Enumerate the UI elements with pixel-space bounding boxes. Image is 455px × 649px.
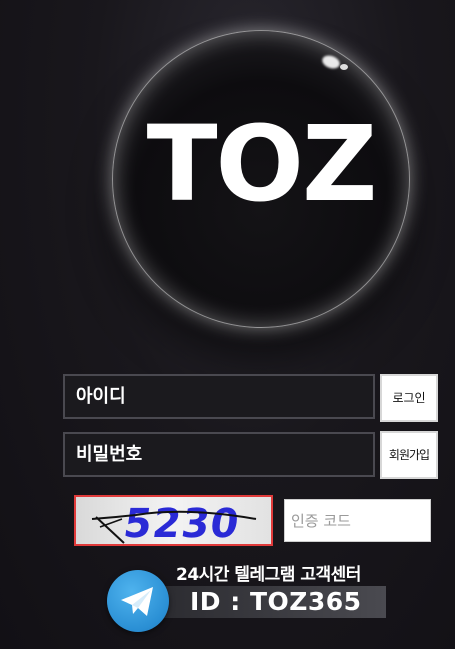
verification-code-input[interactable] xyxy=(284,499,431,542)
logo-text: TOZ xyxy=(146,103,378,225)
telegram-support-caption: 24시간 텔레그램 고객센터 xyxy=(176,565,361,585)
captcha-noise xyxy=(91,510,257,544)
captcha-image: 5230 xyxy=(74,495,273,546)
login-button[interactable]: 로그인 xyxy=(380,374,438,422)
id-input[interactable]: 아이디 xyxy=(63,374,375,419)
password-input[interactable]: 비밀번호 xyxy=(63,432,375,477)
telegram-icon[interactable] xyxy=(107,570,169,632)
signup-button[interactable]: 회원가입 xyxy=(380,431,438,479)
telegram-id-text: ID : TOZ365 xyxy=(190,587,362,616)
bubble-highlight-small xyxy=(340,64,348,70)
toz-logo: TOZ xyxy=(112,30,410,328)
paper-plane-icon xyxy=(121,587,153,616)
